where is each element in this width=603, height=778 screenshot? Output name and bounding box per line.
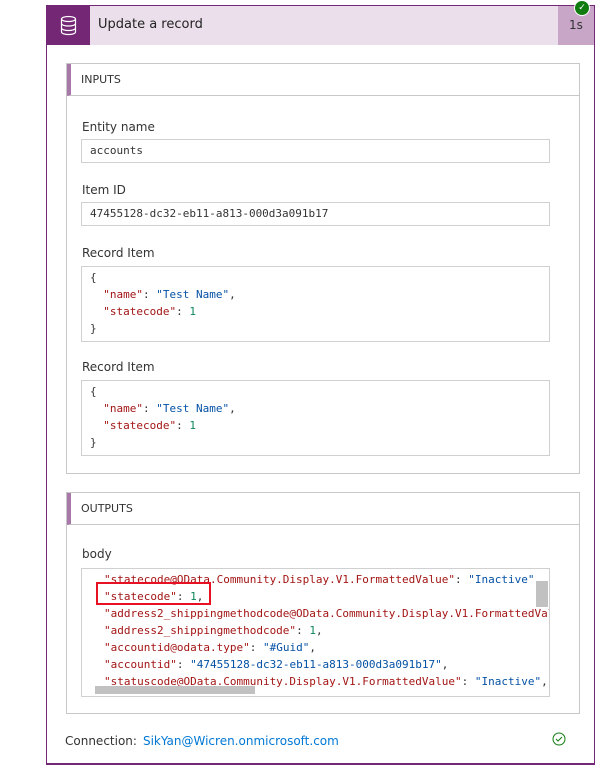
json-line: "address2_shippingmethodcode": 1, [104, 624, 323, 637]
record-item-label: Record Item [82, 360, 155, 374]
action-title: Update a record [98, 17, 203, 32]
connection-label: Connection: [65, 734, 137, 748]
action-header[interactable]: Update a record 1s [47, 6, 594, 45]
json-line: "address2_shippingmethodcode@OData.Commu… [104, 607, 550, 620]
success-badge-icon: ✓ [574, 0, 590, 16]
action-card: Update a record 1s INPUTS Entity name ac… [46, 5, 595, 765]
json-line: "accountid@odata.type": "#Guid", [104, 641, 316, 654]
outputs-section: OUTPUTS body "statecode@OData.Community.… [66, 492, 580, 714]
json-line: "accountid": "47455128-dc32-eb11-a813-00… [104, 658, 449, 671]
record-item-code[interactable]: { "name": "Test Name", "statecode": 1 } [81, 380, 550, 456]
item-id-field[interactable]: 47455128-dc32-eb11-a813-000d3a091b17 [81, 202, 550, 226]
connection-link[interactable]: SikYan@Wicren.onmicrosoft.com [143, 734, 339, 748]
entity-name-label: Entity name [82, 120, 155, 134]
database-icon [47, 6, 90, 45]
horizontal-scrollbar[interactable] [95, 686, 255, 694]
inputs-section: INPUTS Entity name accounts Item ID 4745… [66, 63, 580, 474]
connection-row: Connection: SikYan@Wicren.onmicrosoft.com [65, 734, 339, 748]
record-item-label: Record Item [82, 246, 155, 260]
success-check-icon [552, 732, 566, 746]
record-item-code[interactable]: { "name": "Test Name", "statecode": 1 } [81, 266, 550, 342]
entity-name-field[interactable]: accounts [81, 139, 550, 163]
item-id-label: Item ID [82, 183, 126, 197]
inputs-header: INPUTS [67, 64, 579, 96]
highlight-box [96, 582, 211, 605]
body-label: body [82, 547, 112, 561]
vertical-scrollbar[interactable] [536, 581, 548, 607]
outputs-header: OUTPUTS [67, 493, 579, 525]
